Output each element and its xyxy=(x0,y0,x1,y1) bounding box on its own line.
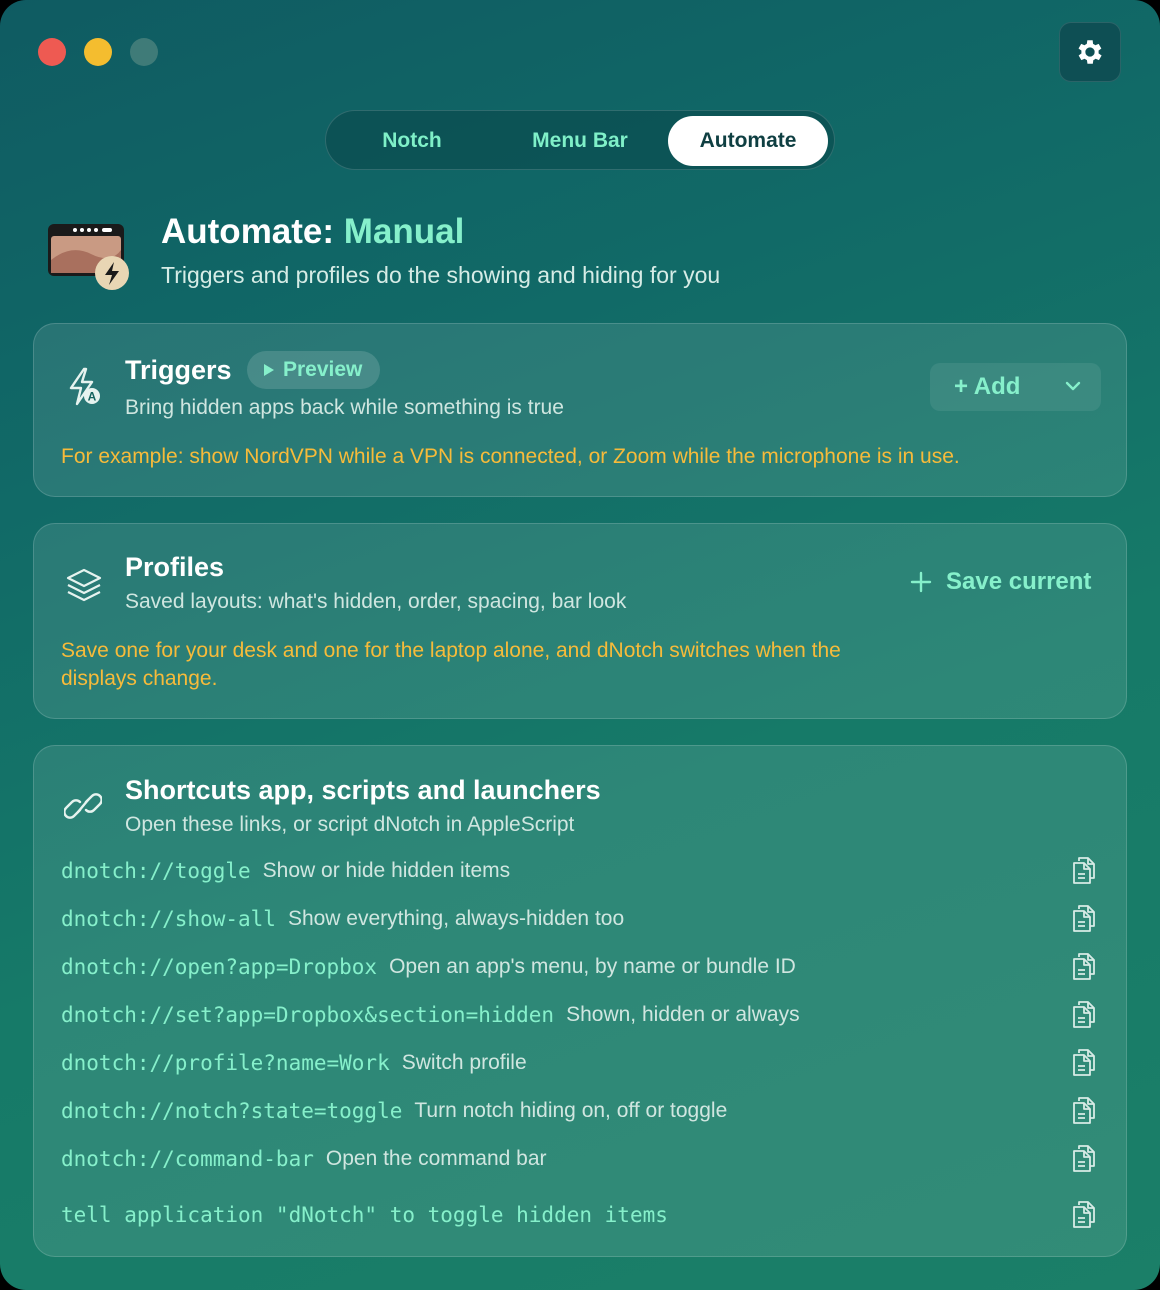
url-scheme-description: Open an app's menu, by name or bundle ID xyxy=(389,955,796,978)
profiles-hint-line-2: displays change. xyxy=(61,667,218,690)
profiles-hint-line-1: Save one for your desk and one for the l… xyxy=(61,639,841,662)
settings-button[interactable] xyxy=(1059,22,1121,82)
page-title: Automate: Manual xyxy=(161,212,464,252)
url-scheme-code[interactable]: dnotch://toggle xyxy=(61,859,251,883)
url-scheme-description: Show everything, always-hidden too xyxy=(287,907,625,930)
copy-icon[interactable] xyxy=(1071,1047,1097,1077)
close-button[interactable] xyxy=(38,38,66,66)
play-icon xyxy=(264,364,274,376)
url-scheme-code[interactable]: dnotch://open?app=Dropbox xyxy=(61,955,377,979)
add-trigger-button[interactable]: + Add xyxy=(930,363,1101,411)
url-scheme-row: dnotch://show-all Show everything, always… xyxy=(61,903,1101,935)
preview-label: Preview xyxy=(283,358,363,381)
copy-icon[interactable] xyxy=(1071,855,1097,885)
url-scheme-row: dnotch://notch?state=toggle Turn notch hi… xyxy=(61,1095,1101,1127)
url-scheme-row: dnotch://open?app=Dropbox Open an app's m… xyxy=(61,951,1101,983)
profiles-card: Profiles Saved layouts: what's hidden, o… xyxy=(33,523,1127,719)
profiles-title: Profiles xyxy=(125,552,225,582)
copy-icon[interactable] xyxy=(1071,1143,1097,1173)
triggers-hint: For example: show NordVPN while a VPN is… xyxy=(61,445,960,468)
applescript-row: tell application "dNotch" to toggle hidd… xyxy=(61,1199,1101,1231)
url-scheme-row: dnotch://set?app=Dropbox&section=hidden S… xyxy=(61,999,1101,1031)
copy-icon[interactable] xyxy=(1071,1095,1097,1125)
profiles-hint: Save one for your desk and one for the l… xyxy=(61,637,841,693)
url-scheme-row: dnotch://command-bar Open the command bar xyxy=(61,1143,1101,1175)
triggers-card: A Triggers Preview Bring hidden apps bac… xyxy=(33,323,1127,497)
url-scheme-row: dnotch://toggle Show or hide hidden items xyxy=(61,855,1101,887)
shortcuts-title: Shortcuts app, scripts and launchers xyxy=(125,775,601,805)
page-subtitle: Triggers and profiles do the showing and… xyxy=(161,262,721,288)
url-scheme-code[interactable]: dnotch://set?app=Dropbox&section=hidden xyxy=(61,1003,554,1027)
save-current-profile-button[interactable]: Save current xyxy=(910,568,1091,596)
profiles-subtitle: Saved layouts: what's hidden, order, spa… xyxy=(125,590,627,613)
url-scheme-code[interactable]: dnotch://notch?state=toggle xyxy=(61,1099,402,1123)
mode-name: Manual xyxy=(343,212,465,251)
gear-icon xyxy=(1078,40,1102,64)
url-scheme-description: Show or hide hidden items xyxy=(262,859,511,882)
bolt-automation-icon: A xyxy=(69,367,100,406)
url-scheme-code[interactable]: dnotch://command-bar xyxy=(61,1147,314,1171)
chevron-down-icon[interactable] xyxy=(1064,377,1082,395)
shortcuts-subtitle: Open these links, or script dNotch in Ap… xyxy=(125,813,575,836)
tab-automate[interactable]: Automate xyxy=(668,116,828,166)
url-scheme-description: Switch profile xyxy=(401,1051,527,1074)
copy-icon[interactable] xyxy=(1071,999,1097,1029)
copy-icon[interactable] xyxy=(1071,951,1097,981)
automate-window-icon xyxy=(48,224,129,290)
zoom-button[interactable] xyxy=(130,38,158,66)
app-window: Notch Menu Bar Automate Automate: Manual… xyxy=(0,0,1160,1290)
save-current-label: Save current xyxy=(946,568,1092,595)
copy-icon[interactable] xyxy=(1071,903,1097,933)
triggers-subtitle: Bring hidden apps back while something i… xyxy=(125,396,564,419)
svg-text:A: A xyxy=(88,390,97,404)
title-prefix: Automate: xyxy=(161,212,335,251)
url-scheme-description: Turn notch hiding on, off or toggle xyxy=(414,1099,728,1122)
triggers-title: Triggers xyxy=(125,355,232,385)
mode-segmented-control: Notch Menu Bar Automate xyxy=(325,110,835,170)
url-scheme-code[interactable]: dnotch://profile?name=Work xyxy=(61,1051,390,1075)
shortcuts-card: Shortcuts app, scripts and launchers Ope… xyxy=(33,745,1127,1257)
minimize-button[interactable] xyxy=(84,38,112,66)
url-scheme-row: dnotch://profile?name=Work Switch profile xyxy=(61,1047,1101,1079)
tab-menu-bar[interactable]: Menu Bar xyxy=(498,116,662,166)
plus-icon: + xyxy=(954,373,969,400)
url-scheme-description: Open the command bar xyxy=(325,1147,547,1170)
plus-icon xyxy=(910,571,932,593)
url-scheme-code[interactable]: dnotch://show-all xyxy=(61,907,276,931)
applescript-code[interactable]: tell application "dNotch" to toggle hidd… xyxy=(61,1203,668,1227)
url-scheme-description: Shown, hidden or always xyxy=(566,1003,800,1026)
layers-icon xyxy=(66,568,102,602)
tab-notch[interactable]: Notch xyxy=(332,116,492,166)
link-icon xyxy=(64,793,102,819)
add-label: + Add xyxy=(954,373,1020,401)
add-text: Add xyxy=(973,373,1021,400)
copy-icon[interactable] xyxy=(1071,1199,1097,1229)
preview-button[interactable]: Preview xyxy=(247,351,381,389)
